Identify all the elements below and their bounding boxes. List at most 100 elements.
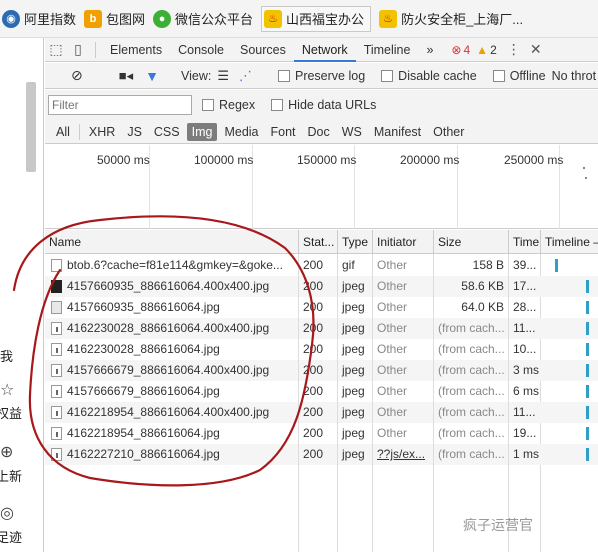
table-row[interactable]: 4162230028_886616064.400x400.jpg 200 jpeg O… [45,318,598,339]
type-other[interactable]: Other [428,123,469,141]
bookmark-wechat[interactable]: ● 微信公众平台 [153,6,253,32]
preserve-log-label: Preserve log [294,68,366,83]
type-xhr[interactable]: XHR [84,123,120,141]
bookmark-shanxi[interactable]: ♨ 山西福宝办公 [261,5,372,32]
table-row[interactable]: 4157666679_886616064.jpg 200 jpeg Other (fro… [45,381,598,402]
waterfall-bar [586,301,589,314]
cell-name: 4157660935_886616064.jpg [67,300,220,314]
col-status[interactable]: Stat... [298,230,337,254]
filter-icon[interactable]: ▼ [145,68,159,84]
page-scrollbar[interactable] [26,82,36,172]
col-time[interactable]: Time [508,230,540,254]
cell-size: 158 B [433,255,508,276]
table-row[interactable]: 4162230028_886616064.jpg 200 jpeg Other (fro… [45,339,598,360]
col-initiator[interactable]: Initiator [372,230,433,254]
tab-timeline[interactable]: Timeline [356,38,419,62]
type-font[interactable]: Font [266,123,301,141]
divider [95,41,96,58]
network-requests-table: Name Stat... Type Initiator Size Time Ti… [45,230,598,552]
col-name[interactable]: Name [45,230,298,254]
cell-time: 1 ms [508,444,540,465]
checkbox-box[interactable] [492,69,505,82]
star-icon[interactable]: ☆ [0,383,16,399]
offline-checkbox[interactable]: Offline [492,68,546,83]
cell-type: jpeg [337,402,372,423]
regex-checkbox[interactable]: Regex [202,98,255,112]
cell-type: jpeg [337,318,372,339]
cell-initiator: Other [372,402,433,423]
cell-name: 4162218954_886616064.400x400.jpg [67,405,270,419]
error-count[interactable]: ⊗ 4 [451,43,470,57]
waterfall-icon[interactable]: ⋰ [239,68,252,84]
side-label-new[interactable]: 上新 [0,466,22,485]
preserve-log-checkbox[interactable]: Preserve log [277,68,366,83]
checkbox-box[interactable] [202,99,214,111]
tab-network[interactable]: Network [293,38,356,62]
cell-name: btob.6?cache=f81e114&gmkey=&goke... [67,258,283,272]
close-icon[interactable]: ✕ [525,39,547,61]
more-tabs-button[interactable]: » [418,38,441,62]
plus-circle-icon[interactable]: ⊕ [0,445,16,461]
inspect-icon[interactable]: ⬚ [45,39,67,61]
col-timeline[interactable]: Timeline – [540,230,598,254]
side-label-footprint[interactable]: 足迹 [0,527,22,546]
cell-size: 64.0 KB [433,297,508,318]
throttle-select[interactable]: No throt [552,69,596,83]
type-media[interactable]: Media [219,123,263,141]
bookmark-ali-index[interactable]: ◉ 阿里指数 [2,6,76,32]
cell-initiator: Other [372,318,433,339]
type-all[interactable]: All [51,123,75,141]
bookmark-safety-cabinet[interactable]: ♨ 防火安全柜_上海厂... [379,6,523,32]
type-ws[interactable]: WS [337,123,367,141]
checkbox-box[interactable] [381,69,394,82]
table-row[interactable]: 4162218954_886616064.jpg 200 jpeg Other (fro… [45,423,598,444]
waterfall-bar [555,259,558,272]
checkbox-box[interactable] [277,69,290,82]
filter-input[interactable] [48,95,192,115]
side-label-me[interactable]: 我 [0,346,13,365]
waterfall-bar [586,448,589,461]
tab-elements[interactable]: Elements [102,38,170,62]
type-img[interactable]: Img [186,122,218,141]
cell-time: 28... [508,297,540,318]
hide-data-urls-checkbox[interactable]: Hide data URLs [271,98,376,112]
type-js[interactable]: JS [122,123,147,141]
timeline-overview[interactable]: 50000 ms 100000 ms 150000 ms 200000 ms 2… [45,145,598,229]
fire-icon: ♨ [379,9,398,28]
tab-sources[interactable]: Sources [232,38,294,62]
overview-tick: 50000 ms [97,153,150,167]
type-doc[interactable]: Doc [303,123,335,141]
table-row[interactable]: 4162227210_886616064.jpg 200 jpeg ??js/ex..… [45,444,598,465]
settings-menu-icon[interactable]: ⋮ [503,39,525,61]
clear-icon[interactable]: ⊘ [71,67,83,84]
cell-type: jpeg [337,423,372,444]
bookmark-baotu[interactable]: b 包图网 [84,6,145,32]
type-css[interactable]: CSS [149,123,185,141]
disable-cache-checkbox[interactable]: Disable cache [381,69,477,83]
cell-type: jpeg [337,360,372,381]
checkbox-box[interactable] [271,99,284,111]
warning-count[interactable]: ▲ 2 [476,43,497,57]
device-mode-icon[interactable]: ▯ [67,39,89,61]
cell-name: 4162227210_886616064.jpg [67,447,220,461]
capture-screenshots-icon[interactable]: ■◂ [119,68,133,84]
col-type[interactable]: Type [337,230,372,254]
table-row[interactable]: 4157660935_886616064.jpg 200 jpeg Other 64.0… [45,297,598,318]
tab-console[interactable]: Console [170,38,232,62]
table-row[interactable]: 4157660935_886616064.400x400.jpg 200 jpeg O… [45,276,598,297]
cell-size: 58.6 KB [433,276,508,297]
cell-initiator: Other [372,381,433,402]
type-manifest[interactable]: Manifest [369,123,426,141]
eye-icon[interactable]: ◎ [0,506,16,522]
side-label-rights[interactable]: 权益 [0,403,22,422]
table-row[interactable]: 4162218954_886616064.400x400.jpg 200 jpeg O… [45,402,598,423]
cell-initiator: Other [372,360,433,381]
table-row[interactable]: 4157666679_886616064.400x400.jpg 200 jpeg O… [45,360,598,381]
large-rows-icon[interactable]: ☰ [217,68,229,84]
overview-marker [585,177,587,179]
col-size[interactable]: Size [433,230,508,254]
cell-status: 200 [298,444,337,465]
offline-label: Offline [509,68,546,83]
table-row[interactable]: btob.6?cache=f81e114&gmkey=&goke... 200 gi… [45,255,598,276]
cell-status: 200 [298,339,337,360]
